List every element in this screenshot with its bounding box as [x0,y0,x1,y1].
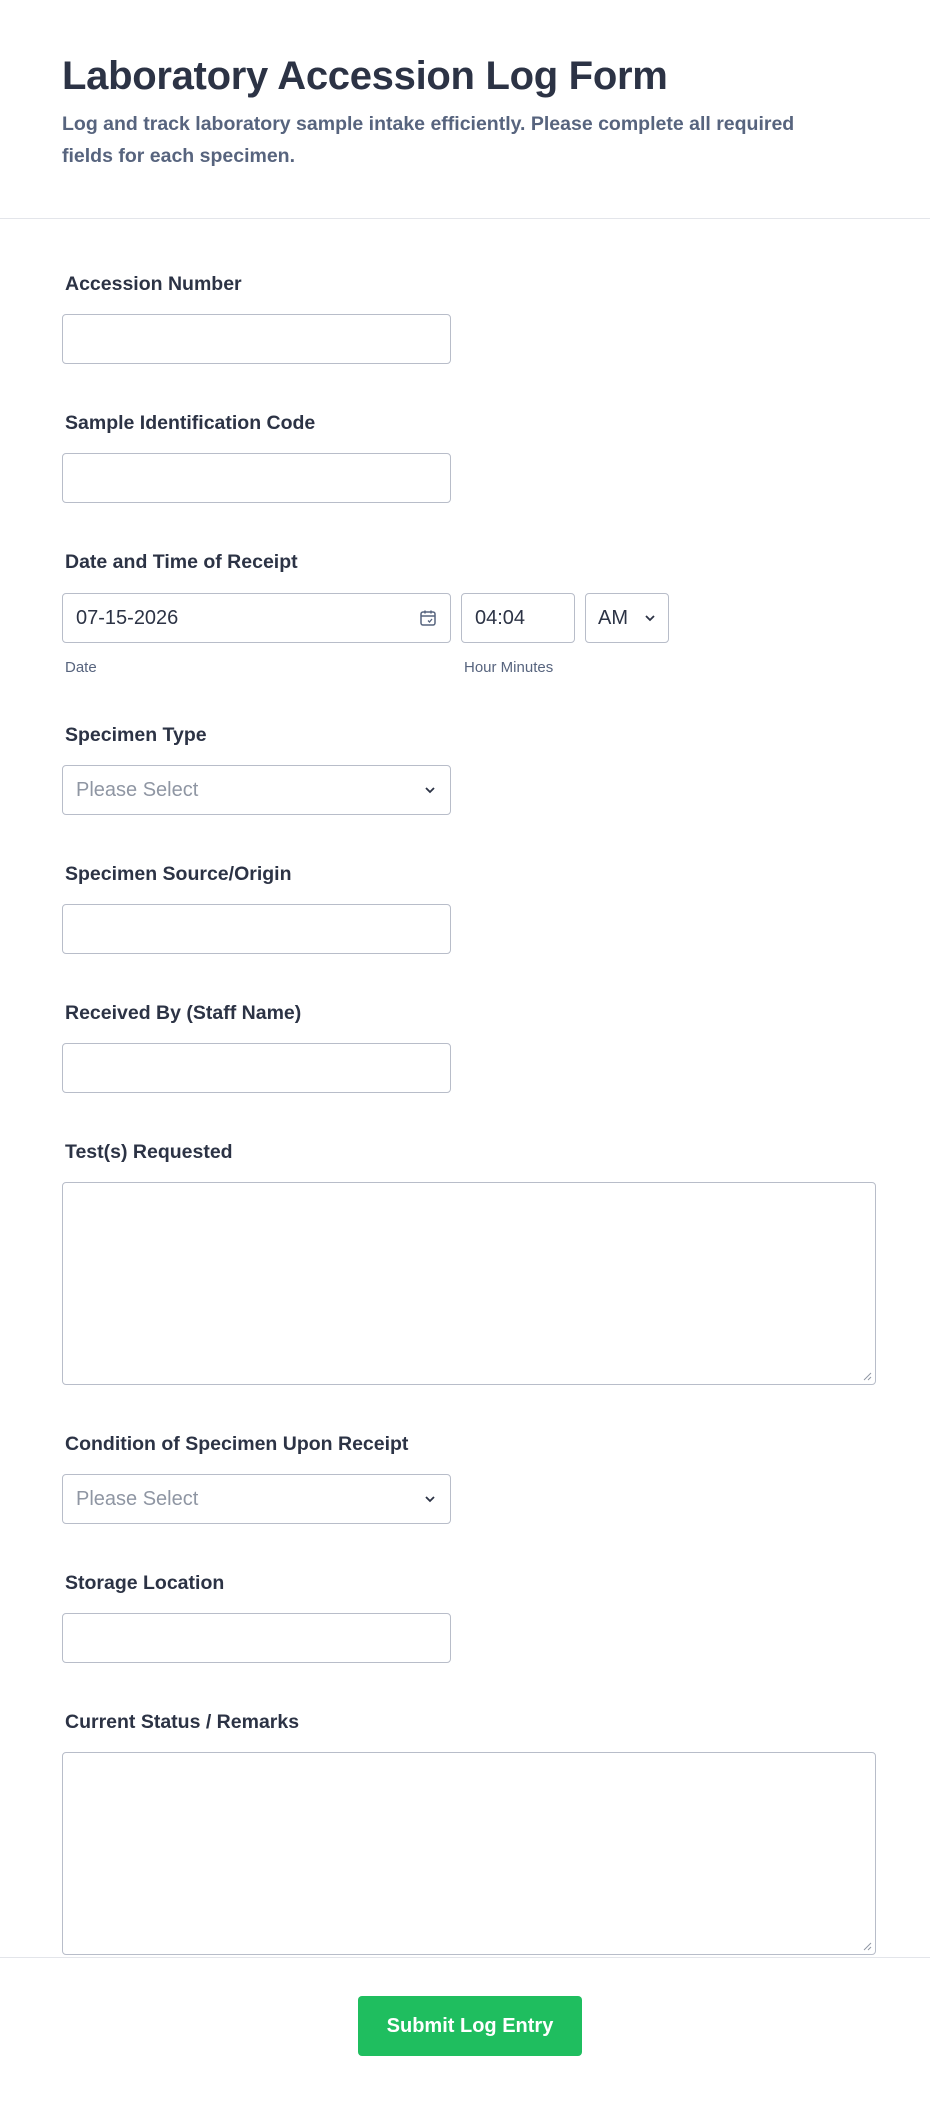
form-body: Accession Number Sample Identification C… [0,271,930,1955]
specimen-type-select[interactable]: Please Select [62,765,451,815]
accession-number-label: Accession Number [65,273,242,295]
form-header: Laboratory Accession Log Form Log and tr… [0,0,930,219]
datetime-sublabels: Date Hour Minutes [62,659,868,676]
form-page: Laboratory Accession Log Form Log and tr… [0,0,930,2104]
field-received-by: Received By (Staff Name) [62,1000,868,1093]
field-condition: Condition of Specimen Upon Receipt Pleas… [62,1431,868,1524]
status-remarks-label: Current Status / Remarks [65,1711,300,1733]
calendar-icon[interactable] [418,608,438,628]
tests-requested-label: Test(s) Requested [65,1141,233,1163]
field-specimen-type: Specimen Type Please Select [62,722,868,815]
datetime-row: 07-15-2026 04:04 AM [62,593,868,643]
status-remarks-textarea[interactable] [62,1752,876,1955]
field-receipt-datetime: Date and Time of Receipt 07-15-2026 04:0… [62,549,868,676]
specimen-type-label: Specimen Type [65,724,207,746]
chevron-down-icon [425,1496,435,1503]
specimen-source-input[interactable] [62,904,451,954]
sample-id-label: Sample Identification Code [65,412,316,434]
received-by-label: Received By (Staff Name) [65,1002,302,1024]
field-specimen-source: Specimen Source/Origin [62,861,868,954]
page-title: Laboratory Accession Log Form [62,54,668,98]
received-by-input[interactable] [62,1043,451,1093]
receipt-time-input[interactable]: 04:04 [461,593,575,643]
date-sublabel: Date [65,659,97,676]
tests-requested-textarea[interactable] [62,1182,876,1385]
form-footer: Submit Log Entry [0,1957,930,2104]
resize-handle-icon[interactable] [862,1371,872,1381]
condition-placeholder: Please Select [76,1487,199,1510]
receipt-date-value: 07-15-2026 [76,606,179,629]
chevron-down-icon [425,787,435,794]
field-status-remarks: Current Status / Remarks [62,1709,876,1955]
ampm-select[interactable]: AM [585,593,669,643]
submit-button[interactable]: Submit Log Entry [358,1996,582,2056]
specimen-type-placeholder: Please Select [76,778,199,801]
resize-handle-icon[interactable] [862,1941,872,1951]
time-sublabel: Hour Minutes [464,659,554,676]
storage-location-input[interactable] [62,1613,451,1663]
field-sample-id: Sample Identification Code [62,410,868,503]
receipt-datetime-label: Date and Time of Receipt [65,551,298,573]
ampm-value: AM [598,606,628,629]
storage-location-label: Storage Location [65,1572,225,1594]
page-subtitle: Log and track laboratory sample intake e… [62,113,795,167]
sample-id-input[interactable] [62,453,451,503]
specimen-source-label: Specimen Source/Origin [65,863,292,885]
receipt-time-value: 04:04 [475,606,526,629]
field-tests-requested: Test(s) Requested [62,1139,876,1385]
field-storage-location: Storage Location [62,1570,868,1663]
condition-label: Condition of Specimen Upon Receipt [65,1433,409,1455]
receipt-date-input[interactable]: 07-15-2026 [62,593,451,643]
condition-select[interactable]: Please Select [62,1474,451,1524]
field-accession-number: Accession Number [62,271,868,364]
accession-number-input[interactable] [62,314,451,364]
chevron-down-icon [645,615,655,622]
